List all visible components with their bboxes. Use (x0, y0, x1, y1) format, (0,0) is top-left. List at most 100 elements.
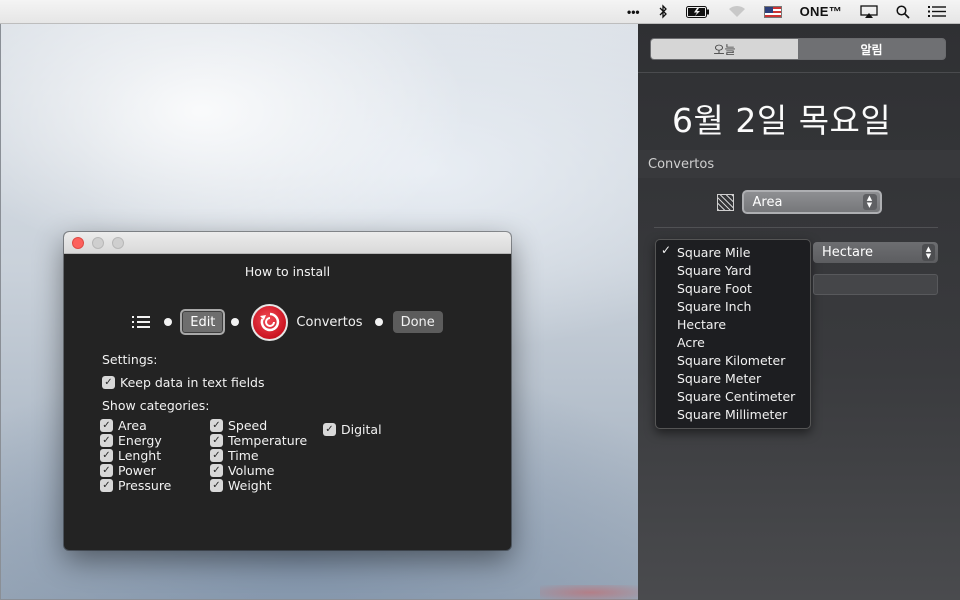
checkbox-checked-icon[interactable]: ✓ (100, 449, 113, 462)
notification-center-tabs: 오늘 알림 (650, 38, 946, 60)
widget-header: Convertos (638, 150, 960, 178)
menu-item-square-yard[interactable]: Square Yard (656, 261, 810, 279)
menu-item-square-millimeter[interactable]: Square Millimeter (656, 405, 810, 423)
bluetooth-icon[interactable] (658, 0, 668, 24)
category-row: Area ▲ ▼ (638, 188, 960, 216)
keep-data-checkbox-row[interactable]: ✓ Keep data in text fields (102, 371, 265, 394)
menu-item-square-kilometer[interactable]: Square Kilometer (656, 351, 810, 369)
target-unit-popup[interactable]: Hectare ▲ ▼ (813, 242, 938, 263)
converted-value-field[interactable] (813, 274, 938, 295)
battery-icon[interactable] (685, 0, 710, 24)
wifi-icon[interactable] (728, 0, 746, 24)
category-popup-value: Area (752, 194, 783, 210)
menu-item-label: Hectare (677, 316, 727, 332)
notification-center-panel: 오늘 알림 6월 2일 목요일 Convertos Area ▲ ▼ ✓ Squar… (638, 24, 960, 600)
divider (654, 227, 938, 228)
updown-arrows-icon: ▲ ▼ (922, 244, 935, 261)
category-label: Area (118, 418, 147, 433)
menu-item-label: Square Millimeter (677, 406, 788, 422)
checkbox-checked-icon[interactable]: ✓ (210, 449, 223, 462)
category-digital[interactable]: ✓ Digital (323, 418, 403, 441)
categories-grid: ✓ Area ✓ Energy ✓ Lenght ✓ Power ✓ Pressure ✓… (100, 418, 403, 493)
category-label: Lenght (118, 448, 162, 463)
menu-item-label: Square Meter (677, 370, 762, 386)
category-label: Weight (228, 478, 272, 493)
airplay-icon[interactable] (860, 0, 878, 24)
category-temperature[interactable]: ✓ Temperature (210, 433, 323, 448)
category-label: Temperature (228, 433, 308, 448)
menubar-status-text[interactable]: ONE™ (800, 0, 842, 24)
menu-item-label: Square Foot (677, 280, 752, 296)
minimize-window-button[interactable] (92, 237, 104, 249)
category-speed[interactable]: ✓ Speed (210, 418, 323, 433)
category-weight[interactable]: ✓ Weight (210, 478, 323, 493)
step-dot (164, 318, 173, 326)
step-dot (231, 318, 240, 326)
checkbox-checked-icon[interactable]: ✓ (210, 434, 223, 447)
keep-data-label: Keep data in text fields (120, 375, 265, 390)
menu-item-square-meter[interactable]: Square Meter (656, 369, 810, 387)
show-categories-heading: Show categories: (102, 398, 210, 413)
date-heading: 6월 2일 목요일 (672, 101, 892, 140)
dock-glow (540, 585, 640, 600)
menu-item-acre[interactable]: Acre (656, 333, 810, 351)
category-column: ✓ Speed ✓ Temperature ✓ Time ✓ Volume ✓ Weigh… (210, 418, 323, 493)
app-name-label: Convertos (296, 314, 363, 330)
menu-item-square-centimeter[interactable]: Square Centimeter (656, 387, 810, 405)
category-length[interactable]: ✓ Lenght (100, 448, 210, 463)
category-power[interactable]: ✓ Power (100, 463, 210, 478)
menu-item-label: Square Kilometer (677, 352, 786, 368)
settings-section: Settings: ✓ Keep data in text fields Sho… (102, 348, 265, 417)
checkbox-checked-icon[interactable]: ✓ (210, 419, 223, 432)
edit-button[interactable]: Edit (180, 309, 226, 335)
category-label: Speed (228, 418, 268, 433)
tab-today[interactable]: 오늘 (651, 39, 798, 59)
search-icon[interactable] (896, 0, 910, 24)
category-column: ✓ Area ✓ Energy ✓ Lenght ✓ Power ✓ Pressure (100, 418, 210, 493)
checkbox-checked-icon[interactable]: ✓ (102, 376, 115, 389)
checkbox-checked-icon[interactable]: ✓ (100, 464, 113, 477)
menu-item-square-foot[interactable]: Square Foot (656, 279, 810, 297)
menu-item-square-mile[interactable]: ✓ Square Mile (656, 243, 810, 261)
menu-item-label: Acre (677, 334, 705, 350)
category-label: Digital (341, 422, 382, 437)
checkbox-checked-icon[interactable]: ✓ (210, 464, 223, 477)
category-pressure[interactable]: ✓ Pressure (100, 478, 210, 493)
category-column: ✓ Digital (323, 418, 403, 441)
category-label: Volume (228, 463, 275, 478)
checkbox-checked-icon[interactable]: ✓ (323, 423, 336, 436)
us-flag-icon[interactable] (763, 0, 782, 24)
menu-item-label: Square Centimeter (677, 388, 796, 404)
category-popup[interactable]: Area ▲ ▼ (741, 190, 882, 214)
widget-title: Convertos (648, 156, 715, 172)
menu-item-square-inch[interactable]: Square Inch (656, 297, 810, 315)
done-button[interactable]: Done (392, 311, 443, 333)
checkbox-checked-icon[interactable]: ✓ (100, 479, 113, 492)
category-volume[interactable]: ✓ Volume (210, 463, 323, 478)
zoom-window-button[interactable] (112, 237, 124, 249)
category-time[interactable]: ✓ Time (210, 448, 323, 463)
menu-item-label: Square Mile (677, 244, 751, 260)
close-window-button[interactable] (72, 237, 84, 249)
menu-bar: ••• ONE™ (0, 0, 960, 24)
overflow-dots-icon[interactable]: ••• (627, 0, 640, 24)
category-label: Pressure (118, 478, 172, 493)
target-unit-value: Hectare (822, 245, 874, 260)
category-energy[interactable]: ✓ Energy (100, 433, 210, 448)
window-heading: How to install (244, 264, 331, 279)
menu-item-hectare[interactable]: Hectare (656, 315, 810, 333)
checkbox-checked-icon[interactable]: ✓ (100, 434, 113, 447)
divider (638, 72, 960, 73)
category-label: Power (118, 463, 156, 478)
convertos-app-icon (251, 303, 289, 341)
category-area[interactable]: ✓ Area (100, 418, 210, 433)
checkbox-checked-icon[interactable]: ✓ (210, 479, 223, 492)
tab-notifications[interactable]: 알림 (798, 39, 945, 59)
notification-list-icon[interactable] (928, 0, 946, 24)
checkbox-checked-icon[interactable]: ✓ (100, 419, 113, 432)
window-titlebar[interactable] (64, 232, 511, 254)
area-hatch-icon (716, 193, 734, 211)
how-to-install-window: How to install Edit Convertos Done Setti… (64, 232, 511, 550)
source-unit-menu[interactable]: ✓ Square Mile Square Yard Square Foot Squ… (655, 239, 811, 429)
menu-item-label: Square Yard (677, 262, 752, 278)
